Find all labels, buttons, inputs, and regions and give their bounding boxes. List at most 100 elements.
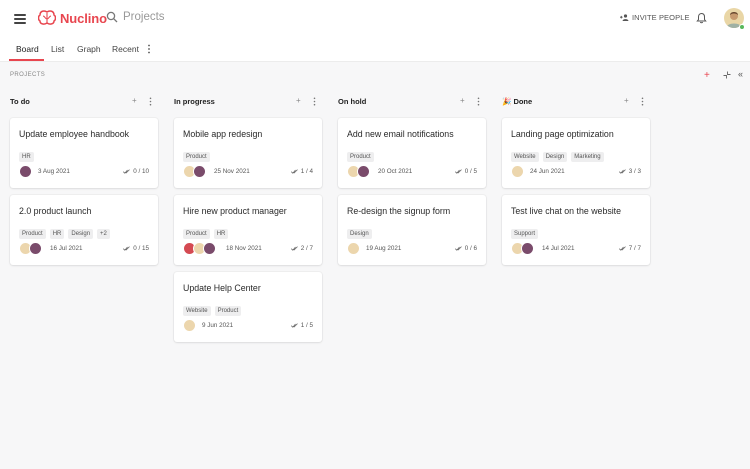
- checklist-progress: 2 / 7: [290, 245, 313, 252]
- card-footer: 19 Aug 2021 0 / 6: [347, 242, 477, 256]
- card-tags: Website Design Marketing: [511, 152, 604, 162]
- more-vertical-icon[interactable]: [147, 44, 151, 54]
- card-footer: 25 Nov 2021 1 / 4: [183, 165, 313, 179]
- column-header-to-do: To do +: [10, 96, 158, 109]
- app-logo[interactable]: Nuclino: [38, 10, 107, 26]
- active-tab-indicator: [9, 59, 44, 61]
- tab-graph[interactable]: Graph: [77, 44, 101, 54]
- notification-bell-icon[interactable]: [696, 12, 707, 24]
- card-tags: Design: [347, 229, 372, 239]
- chevron-left-double-icon[interactable]: «: [738, 69, 743, 79]
- double-check-icon: [123, 246, 131, 251]
- tag[interactable]: Website: [511, 152, 539, 162]
- search-input[interactable]: Projects: [106, 11, 165, 23]
- tag[interactable]: HR: [213, 229, 229, 239]
- assignees: [347, 242, 360, 255]
- more-vertical-icon[interactable]: [477, 97, 480, 106]
- avatar[interactable]: [183, 319, 196, 332]
- avatar[interactable]: [511, 165, 524, 178]
- avatar[interactable]: [347, 242, 360, 255]
- tag[interactable]: Marketing: [571, 152, 604, 162]
- avatar[interactable]: [357, 165, 370, 178]
- column-title: In progress: [174, 97, 215, 106]
- more-vertical-icon[interactable]: [149, 97, 152, 106]
- card-update-help-center[interactable]: Update Help Center Website Product 9 Jun…: [174, 272, 322, 342]
- card-redesign-signup-form[interactable]: Re-design the signup form Design 19 Aug …: [338, 195, 486, 265]
- assignees: [183, 319, 196, 332]
- add-card-icon[interactable]: +: [296, 96, 301, 105]
- double-check-icon: [290, 169, 298, 174]
- due-date: 9 Jun 2021: [202, 322, 234, 329]
- tag[interactable]: Product: [183, 229, 210, 239]
- checklist-progress: 3 / 3: [618, 168, 641, 175]
- card-title: Update Help Center: [183, 283, 261, 293]
- avatar[interactable]: [19, 165, 32, 178]
- card-title: Add new email notifications: [347, 129, 454, 139]
- card-test-live-chat[interactable]: Test live chat on the website Support 14…: [502, 195, 650, 265]
- tab-recent[interactable]: Recent: [112, 44, 139, 54]
- tab-list[interactable]: List: [51, 44, 64, 54]
- search-icon: [106, 11, 118, 23]
- invite-people-button[interactable]: INVITE PEOPLE: [620, 13, 690, 22]
- add-card-icon[interactable]: +: [624, 96, 629, 105]
- add-card-icon[interactable]: +: [460, 96, 465, 105]
- tag[interactable]: Product: [347, 152, 374, 162]
- card-add-email-notifications[interactable]: Add new email notifications Product 20 O…: [338, 118, 486, 188]
- avatar[interactable]: [203, 242, 216, 255]
- due-date: 24 Jun 2021: [530, 168, 565, 175]
- checklist-progress: 0 / 15: [123, 245, 149, 252]
- due-date: 3 Aug 2021: [38, 168, 70, 175]
- view-tabs: Board List Graph Recent: [0, 38, 750, 62]
- card-footer: 20 Oct 2021 0 / 5: [347, 165, 477, 179]
- tag[interactable]: HR: [19, 152, 34, 162]
- more-vertical-icon[interactable]: [641, 97, 644, 106]
- tag[interactable]: Website: [183, 306, 211, 316]
- card-tags: HR: [19, 152, 34, 162]
- tag[interactable]: Product: [183, 152, 210, 162]
- card-tags: Product: [183, 152, 210, 162]
- tag[interactable]: Support: [511, 229, 539, 239]
- assignees: [19, 242, 42, 255]
- card-hire-product-manager[interactable]: Hire new product manager Product HR 18 N…: [174, 195, 322, 265]
- add-user-icon: [620, 14, 629, 21]
- assignees: [511, 165, 524, 178]
- assignees: [19, 165, 32, 178]
- avatar[interactable]: [29, 242, 42, 255]
- avatar[interactable]: [193, 165, 206, 178]
- card-footer: 18 Nov 2021 2 / 7: [183, 242, 313, 256]
- card-title: Re-design the signup form: [347, 206, 451, 216]
- card-landing-page-optimization[interactable]: Landing page optimization Website Design…: [502, 118, 650, 188]
- avatar[interactable]: [521, 242, 534, 255]
- assignees: [183, 165, 206, 178]
- tab-board[interactable]: Board: [16, 44, 39, 54]
- card-update-employee-handbook[interactable]: Update employee handbook HR 3 Aug 2021 0…: [10, 118, 158, 188]
- due-date: 20 Oct 2021: [378, 168, 413, 175]
- app-name: Nuclino: [60, 10, 107, 26]
- double-check-icon: [618, 246, 626, 251]
- menu-icon[interactable]: [14, 14, 26, 24]
- due-date: 14 Jul 2021: [542, 245, 575, 252]
- add-card-icon[interactable]: +: [132, 96, 137, 105]
- card-tags: Product HR: [183, 229, 229, 239]
- section-label: PROJECTS: [10, 72, 46, 78]
- party-emoji-icon: 🎉: [502, 97, 512, 106]
- more-vertical-icon[interactable]: [313, 97, 316, 106]
- card-tags: Support: [511, 229, 539, 239]
- tag[interactable]: Design: [68, 229, 94, 239]
- collapse-icon[interactable]: [723, 71, 731, 79]
- card-mobile-app-redesign[interactable]: Mobile app redesign Product 25 Nov 2021 …: [174, 118, 322, 188]
- tag[interactable]: Product: [19, 229, 46, 239]
- card-product-launch[interactable]: 2.0 product launch Product HR Design +2 …: [10, 195, 158, 265]
- tag[interactable]: Product: [214, 306, 242, 316]
- tag[interactable]: +2: [97, 229, 110, 239]
- double-check-icon: [454, 169, 462, 174]
- card-footer: 16 Jul 2021 0 / 15: [19, 242, 149, 256]
- tag[interactable]: Design: [347, 229, 372, 239]
- assignees: [511, 242, 534, 255]
- card-footer: 3 Aug 2021 0 / 10: [19, 165, 149, 179]
- add-item-icon[interactable]: +: [704, 70, 710, 81]
- column-header-in-progress: In progress +: [174, 96, 322, 109]
- tag[interactable]: HR: [49, 229, 65, 239]
- card-tags: Product: [347, 152, 374, 162]
- tag[interactable]: Design: [542, 152, 568, 162]
